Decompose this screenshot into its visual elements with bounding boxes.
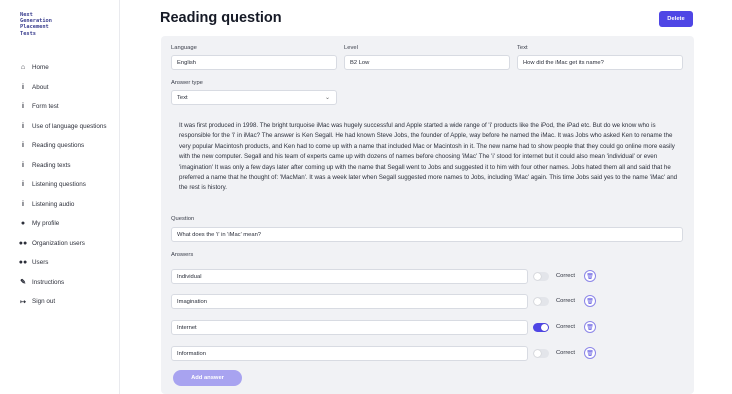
sidebar-item-label: Reading questions (32, 142, 85, 150)
answer-type-value: Text (177, 94, 188, 101)
language-field[interactable]: English (171, 55, 337, 70)
users-icon: ●● (18, 259, 28, 267)
sidebar-item-reading-texts[interactable]: i Reading texts (0, 156, 120, 176)
sidebar-item-label: Listening questions (32, 181, 86, 189)
sidebar-item-users[interactable]: ●● Users (0, 253, 120, 273)
logo-line: Tests (20, 30, 36, 37)
sidebar-item-label: Form test (32, 103, 59, 111)
question-field[interactable]: What does the 'i' in 'iMac' mean? (171, 227, 683, 242)
answer-field[interactable]: Internet (171, 320, 528, 335)
language-label: Language (171, 45, 197, 51)
sidebar-item-label: Organization users (32, 239, 85, 247)
reading-passage: It was first produced in 1998. The brigh… (179, 122, 678, 192)
sidebar-item-label: Sign out (32, 298, 56, 306)
sidebar-item-label: My profile (32, 220, 60, 228)
info-icon: i (22, 181, 24, 189)
sidebar-item-my-profile[interactable]: ● My profile (0, 214, 120, 234)
sign-out-icon: ↦ (20, 298, 26, 306)
level-field[interactable]: B2 Low (344, 55, 510, 70)
toggle-knob (541, 324, 548, 331)
sidebar-item-label: About (32, 83, 49, 91)
answer-type-select[interactable]: Text ⌄ (171, 90, 337, 105)
sidebar-item-label: Listening audio (32, 200, 75, 208)
correct-toggle[interactable] (533, 297, 549, 306)
page-title: Reading question (160, 10, 282, 26)
sidebar-item-about[interactable]: i About (0, 78, 120, 98)
add-answer-button[interactable]: Add answer (173, 370, 242, 386)
answer-type-label: Answer type (171, 80, 203, 86)
toggle-knob (534, 273, 541, 280)
correct-label: Correct (556, 273, 576, 279)
correct-label: Correct (556, 298, 576, 304)
sidebar: Next Generation Placement Tests ⌂ Home iA… (0, 0, 120, 394)
wrench-icon: ✎ (20, 279, 26, 287)
info-icon: i (22, 161, 24, 169)
sidebar-item-use-of-language-questions[interactable]: i Use of language questions (0, 117, 120, 137)
chevron-down-icon: ⌄ (324, 95, 330, 101)
logo-line: Placement (20, 24, 49, 31)
sidebar-item-listening-questions[interactable]: i Listening questions (0, 175, 120, 195)
info-icon: i (22, 122, 24, 130)
question-form-panel: Language English Level B2 Low Text How d… (161, 36, 694, 394)
text-field[interactable]: How did the iMac get its name? (517, 55, 683, 70)
info-icon: i (22, 103, 24, 111)
info-icon: i (22, 83, 24, 91)
home-icon: ⌂ (20, 64, 26, 72)
sidebar-item-sign-out[interactable]: ↦ Sign out (0, 292, 120, 312)
answer-field[interactable]: Information (171, 346, 528, 361)
toggle-knob (534, 350, 541, 357)
users-icon: ●● (18, 239, 28, 247)
sidebar-item-instructions[interactable]: ✎ Instructions (0, 273, 120, 293)
question-label: Question (171, 216, 195, 222)
logo[interactable]: Next Generation Placement Tests (20, 12, 52, 37)
correct-toggle[interactable] (533, 323, 549, 332)
correct-toggle[interactable] (533, 349, 549, 358)
sidebar-item-listening-audio[interactable]: i Listening audio (0, 195, 120, 215)
text-label: Text (517, 45, 528, 51)
sidebar-item-label: Users (32, 259, 49, 267)
trash-icon[interactable]: 🗑 (584, 321, 596, 333)
correct-label: Correct (556, 324, 576, 330)
sidebar-item-form-test[interactable]: i Form test (0, 97, 120, 117)
user-icon: ● (20, 220, 26, 228)
sidebar-item-home[interactable]: ⌂ Home (0, 58, 120, 78)
trash-icon[interactable]: 🗑 (584, 295, 596, 307)
delete-button[interactable]: Delete (659, 11, 693, 27)
toggle-knob (534, 298, 541, 305)
main-content: Reading question Delete Language English… (120, 0, 732, 394)
answer-field[interactable]: Imagination (171, 294, 528, 309)
answer-field[interactable]: Individual (171, 269, 528, 284)
answers-label: Answers (171, 252, 194, 258)
sidebar-item-label: Use of language questions (32, 122, 107, 130)
sidebar-item-label: Instructions (32, 278, 65, 286)
info-icon: i (22, 142, 24, 150)
correct-label: Correct (556, 350, 576, 356)
trash-icon[interactable]: 🗑 (584, 270, 596, 282)
level-label: Level (344, 45, 358, 51)
sidebar-item-reading-questions[interactable]: i Reading questions (0, 136, 120, 156)
sidebar-item-label: Home (32, 64, 49, 72)
correct-toggle[interactable] (533, 272, 549, 281)
sidebar-item-label: Reading texts (32, 161, 71, 169)
sidebar-nav: ⌂ Home i About i Form test i Use of language… (0, 58, 120, 312)
app-root: Next Generation Placement Tests ⌂ Home iA… (0, 0, 732, 394)
trash-icon[interactable]: 🗑 (584, 347, 596, 359)
sidebar-item-organization-users[interactable]: ●● Organization users (0, 234, 120, 254)
info-icon: i (22, 200, 24, 208)
